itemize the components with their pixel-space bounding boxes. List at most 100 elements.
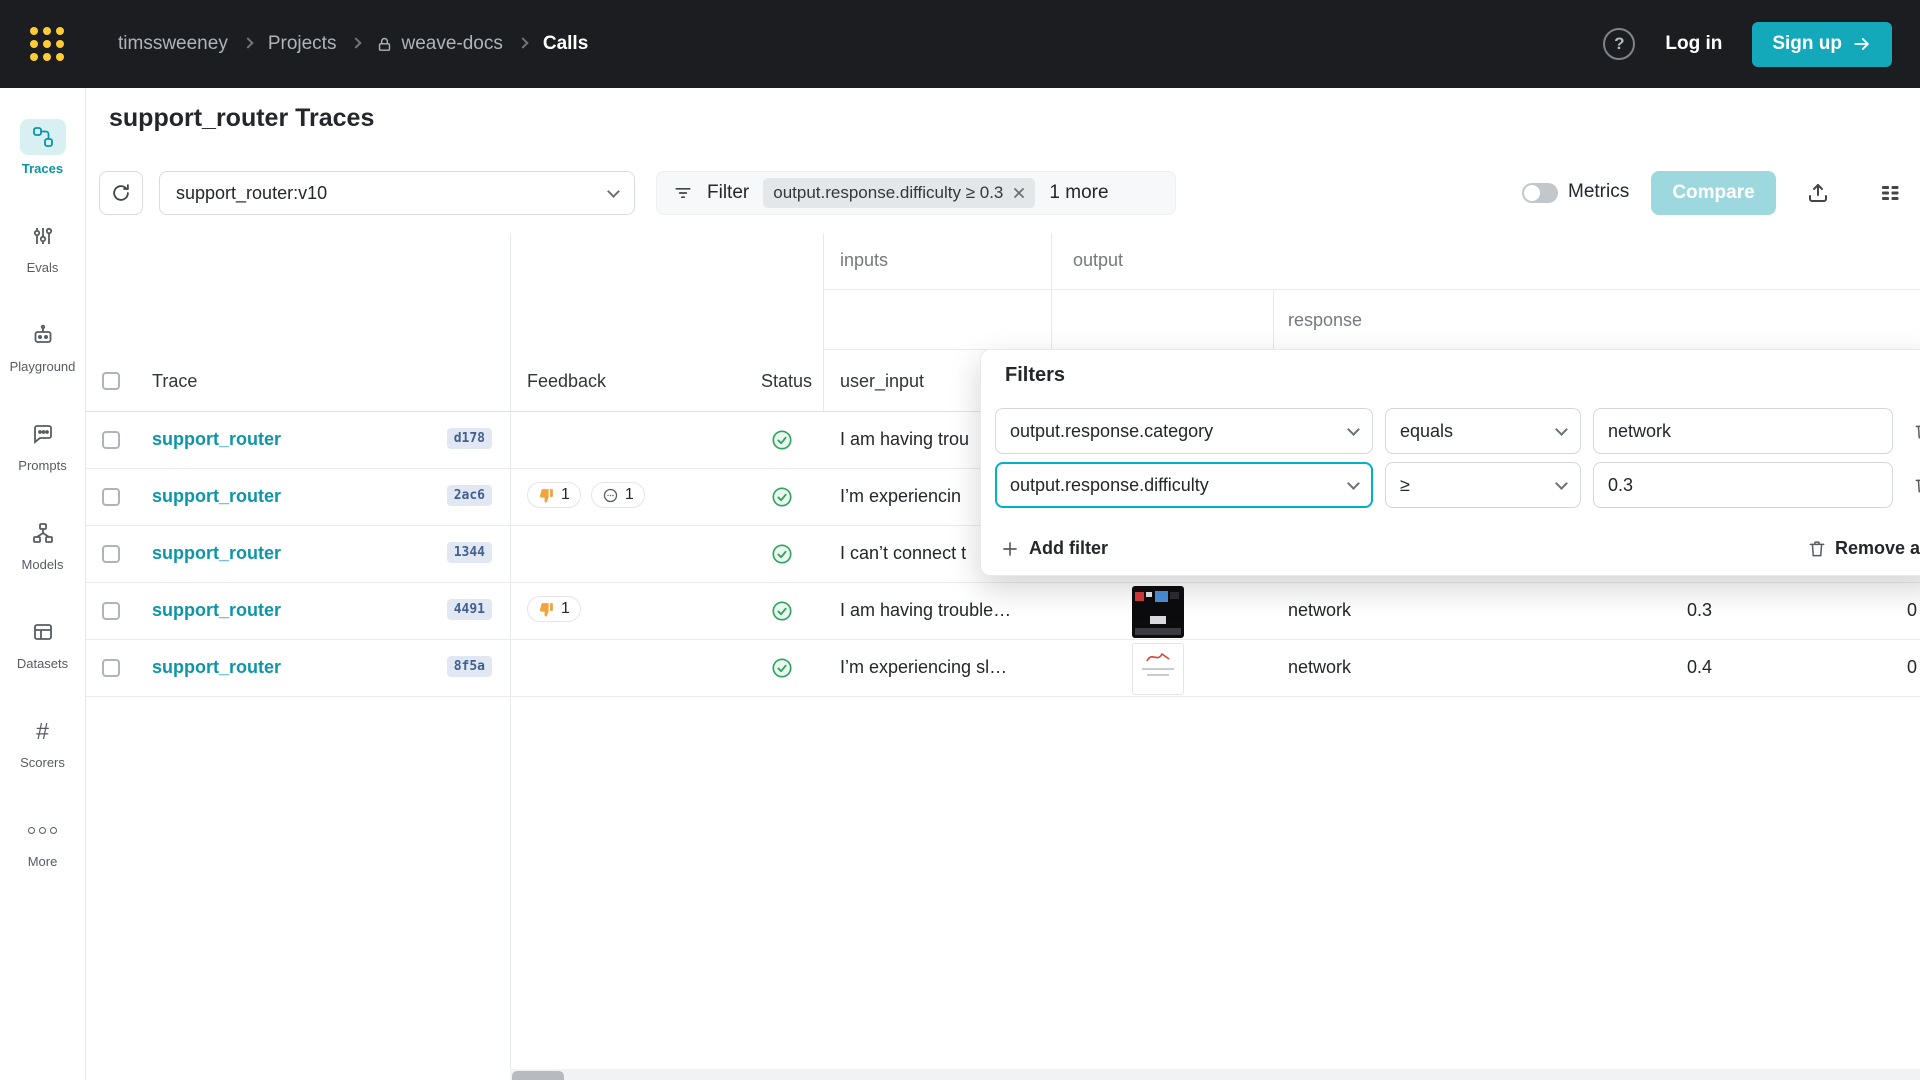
version-select[interactable]: support_router:v10 xyxy=(159,171,635,215)
filter-operator-select[interactable]: ≥ xyxy=(1385,462,1581,508)
more-filters-label[interactable]: 1 more xyxy=(1049,182,1108,204)
export-icon[interactable] xyxy=(1804,179,1832,207)
select-all-checkbox[interactable] xyxy=(102,372,120,390)
row-checkbox[interactable] xyxy=(102,659,120,677)
column-divider xyxy=(823,233,824,412)
sidebar-label: Scorers xyxy=(20,755,65,770)
version-select-value: support_router:v10 xyxy=(176,183,327,204)
clipped-cell: 0 xyxy=(1907,657,1917,678)
compare-button[interactable]: Compare xyxy=(1651,171,1776,215)
breadcrumb: timssweeney Projects weave-docs Calls xyxy=(118,33,588,55)
row-checkbox[interactable] xyxy=(102,431,120,449)
traces-icon xyxy=(20,119,66,155)
trash-icon xyxy=(1807,539,1827,559)
filter-operator-select[interactable]: equals xyxy=(1385,408,1581,454)
trace-link[interactable]: support_router xyxy=(152,486,281,507)
filter-label: Filter xyxy=(707,182,749,204)
thumbnail-sketch xyxy=(1145,650,1171,664)
breadcrumb-entity[interactable]: timssweeney xyxy=(118,33,228,55)
hash-icon: # xyxy=(20,713,66,749)
top-navbar: timssweeney Projects weave-docs Calls ? … xyxy=(0,0,1920,88)
chevron-right-icon xyxy=(242,37,253,48)
refresh-button[interactable] xyxy=(99,171,143,215)
sidebar-label: More xyxy=(28,854,58,869)
thumbs-down-badge[interactable]: 1 xyxy=(527,482,581,508)
breadcrumb-project[interactable]: weave-docs xyxy=(376,33,502,55)
sidebar-item-datasets[interactable]: Datasets xyxy=(0,593,86,692)
filter-value-input[interactable] xyxy=(1593,408,1893,454)
chevron-right-icon xyxy=(517,37,528,48)
active-filter-chip[interactable]: output.response.difficulty ≥ 0.3 xyxy=(763,178,1035,208)
row-divider xyxy=(823,289,1920,290)
delete-filter-icon[interactable] xyxy=(1905,408,1920,454)
table-icon xyxy=(20,614,66,650)
filter-field-value: output.response.category xyxy=(1010,421,1213,442)
sidebar-item-traces[interactable]: Traces xyxy=(0,98,86,197)
sidebar-item-evals[interactable]: Evals xyxy=(0,197,86,296)
filter-chip-text: output.response.difficulty ≥ 0.3 xyxy=(773,183,1003,203)
delete-filter-icon[interactable] xyxy=(1905,462,1920,508)
add-filter-label: Add filter xyxy=(1029,538,1108,559)
chevron-down-icon xyxy=(1347,423,1360,436)
filter-operator-value: ≥ xyxy=(1400,475,1410,496)
login-button[interactable]: Log in xyxy=(1665,33,1722,55)
thumbs-down-icon xyxy=(538,487,555,504)
column-header-feedback[interactable]: Feedback xyxy=(527,371,606,392)
help-button[interactable]: ? xyxy=(1603,28,1635,60)
trace-id-wrap: 2ac6 xyxy=(406,485,492,506)
horizontal-scrollbar[interactable] xyxy=(510,1069,1920,1080)
column-header-user-input[interactable]: user_input xyxy=(840,371,924,392)
table-row[interactable]: support_router 8f5a I’m experiencing sl…… xyxy=(86,640,1920,697)
trace-link[interactable]: support_router xyxy=(152,600,281,621)
remove-all-button[interactable]: Remove all xyxy=(1807,538,1920,559)
trace-id-badge: 2ac6 xyxy=(447,485,492,506)
metrics-toggle[interactable] xyxy=(1522,183,1558,203)
column-settings-icon[interactable] xyxy=(1876,179,1904,207)
close-icon[interactable] xyxy=(1013,187,1025,199)
comment-badge[interactable]: 1 xyxy=(591,482,645,508)
signup-button[interactable]: Sign up xyxy=(1752,22,1892,67)
filter-row: output.response.category equals xyxy=(995,408,1920,454)
signup-label: Sign up xyxy=(1772,33,1842,55)
sidebar-label: Prompts xyxy=(18,458,66,473)
row-checkbox[interactable] xyxy=(102,602,120,620)
column-header-status[interactable]: Status xyxy=(726,371,812,392)
table-row[interactable]: support_router 4491 1 I am having troubl… xyxy=(86,583,1920,640)
trace-link[interactable]: support_router xyxy=(152,657,281,678)
trace-id-badge: 4491 xyxy=(447,599,492,620)
sidebar-item-playground[interactable]: Playground xyxy=(0,296,86,395)
trace-id-badge: 1344 xyxy=(447,542,492,563)
breadcrumb-calls[interactable]: Calls xyxy=(543,33,588,55)
chat-bubble-icon xyxy=(20,416,66,452)
sidebar-item-scorers[interactable]: # Scorers xyxy=(0,692,86,791)
trace-link[interactable]: support_router xyxy=(152,429,281,450)
filter-field-select[interactable]: output.response.category xyxy=(995,408,1373,454)
output-thumbnail[interactable] xyxy=(1132,643,1184,695)
sidebar-item-models[interactable]: Models xyxy=(0,494,86,593)
breadcrumb-projects[interactable]: Projects xyxy=(268,33,337,55)
sidebar-label: Evals xyxy=(27,260,59,275)
sidebar-item-more[interactable]: More xyxy=(0,791,86,890)
wandb-logo-icon[interactable] xyxy=(30,27,64,61)
trace-link[interactable]: support_router xyxy=(152,543,281,564)
add-filter-button[interactable]: Add filter xyxy=(1001,538,1108,559)
filter-value-input[interactable] xyxy=(1593,462,1893,508)
row-checkbox[interactable] xyxy=(102,545,120,563)
navbar-actions: ? Log in Sign up xyxy=(1603,22,1892,67)
output-thumbnail[interactable] xyxy=(1132,586,1184,638)
column-header-trace[interactable]: Trace xyxy=(152,371,197,392)
row-divider xyxy=(86,696,1920,697)
row-checkbox[interactable] xyxy=(102,488,120,506)
category-cell: network xyxy=(1288,600,1351,621)
page-title: support_router Traces xyxy=(109,104,374,133)
thumbs-down-badge[interactable]: 1 xyxy=(527,596,581,622)
filters-popup-title: Filters xyxy=(1005,364,1065,387)
chevron-down-icon xyxy=(1555,477,1568,490)
scrollbar-thumb[interactable] xyxy=(512,1071,564,1080)
sidebar-item-prompts[interactable]: Prompts xyxy=(0,395,86,494)
arrow-right-icon xyxy=(1852,34,1872,54)
metrics-label: Metrics xyxy=(1568,181,1629,203)
help-glyph: ? xyxy=(1614,34,1624,54)
filter-bar[interactable]: Filter output.response.difficulty ≥ 0.3 … xyxy=(656,171,1176,215)
filter-field-select-focused[interactable]: output.response.difficulty xyxy=(995,462,1373,508)
